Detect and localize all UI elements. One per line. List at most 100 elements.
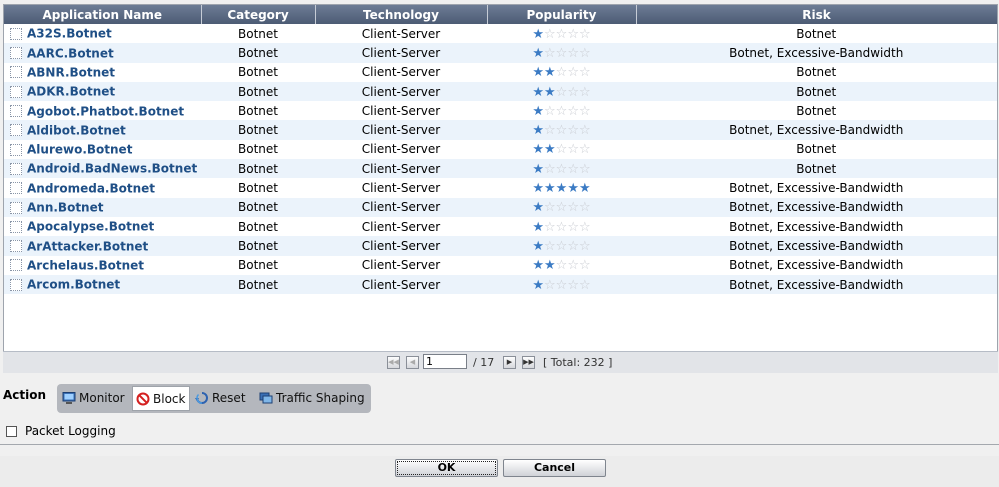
technology-cell: Client-Server bbox=[315, 197, 487, 217]
table-row[interactable]: ArAttacker.Botnet Botnet Client-Server ★☆☆☆… bbox=[4, 236, 997, 256]
action-label: Action bbox=[3, 388, 47, 402]
first-page-icon[interactable]: ◀◀ bbox=[387, 356, 400, 369]
divider bbox=[0, 444, 999, 445]
star-filled-icon: ★ bbox=[532, 142, 545, 158]
star-empty-icon: ☆ bbox=[567, 45, 579, 61]
star-empty-icon: ☆ bbox=[578, 238, 591, 254]
row-checkbox[interactable] bbox=[10, 47, 22, 60]
last-page-icon[interactable]: ▶▶ bbox=[522, 356, 535, 369]
column-header-application-name[interactable]: Application Name bbox=[4, 5, 202, 24]
star-empty-icon: ☆ bbox=[567, 26, 579, 42]
star-empty-icon: ☆ bbox=[578, 84, 591, 100]
star-empty-icon: ☆ bbox=[555, 45, 568, 61]
table-row[interactable]: Apocalypse.Botnet Botnet Client-Server ★☆☆☆… bbox=[4, 216, 997, 237]
cancel-button[interactable]: Cancel bbox=[503, 459, 606, 477]
application-name-link[interactable]: Andromeda.Botnet bbox=[27, 181, 155, 195]
popularity-rating: ★☆☆☆☆ bbox=[532, 123, 590, 137]
popularity-rating: ★☆☆☆☆ bbox=[532, 220, 590, 234]
row-checkbox[interactable] bbox=[10, 278, 22, 291]
table-row[interactable]: Agobot.Phatbot.Botnet Botnet Client-Server… bbox=[4, 101, 997, 121]
star-empty-icon: ☆ bbox=[555, 103, 568, 119]
star-empty-icon: ☆ bbox=[555, 84, 568, 100]
application-name-link[interactable]: ADKR.Botnet bbox=[27, 85, 115, 99]
category-cell: Botnet bbox=[201, 178, 315, 198]
technology-cell: Client-Server bbox=[315, 274, 487, 295]
table-row[interactable]: AARC.Botnet Botnet Client-Server ★☆☆☆☆ Botne… bbox=[4, 43, 997, 63]
application-name-link[interactable]: Agobot.Phatbot.Botnet bbox=[27, 104, 184, 118]
row-checkbox[interactable] bbox=[10, 240, 22, 253]
star-empty-icon: ☆ bbox=[555, 277, 568, 293]
action-reset-label: Reset bbox=[212, 391, 246, 405]
application-name-link[interactable]: ArAttacker.Botnet bbox=[27, 239, 148, 253]
table-row[interactable]: Archelaus.Botnet Botnet Client-Server ★★☆☆☆… bbox=[4, 255, 997, 275]
row-checkbox[interactable] bbox=[10, 85, 22, 98]
next-page-icon[interactable]: ▶ bbox=[503, 356, 516, 369]
column-header-popularity[interactable]: Popularity bbox=[487, 5, 637, 24]
application-table: Application Name Category Technology Pop… bbox=[4, 5, 997, 295]
action-monitor-button[interactable]: Monitor bbox=[59, 386, 132, 411]
page-number-input[interactable] bbox=[423, 354, 467, 369]
row-checkbox[interactable] bbox=[10, 27, 22, 40]
row-checkbox[interactable] bbox=[10, 220, 22, 233]
column-header-technology[interactable]: Technology bbox=[315, 5, 488, 24]
action-block-button[interactable]: Block bbox=[132, 386, 190, 411]
row-checkbox[interactable] bbox=[10, 259, 22, 272]
application-name-cell: Alurewo.Botnet bbox=[4, 139, 201, 160]
application-name-cell: Andromeda.Botnet bbox=[4, 178, 201, 198]
star-filled-icon: ★ bbox=[532, 123, 545, 139]
star-empty-icon: ☆ bbox=[544, 26, 556, 42]
row-checkbox[interactable] bbox=[10, 162, 22, 175]
row-checkbox[interactable] bbox=[10, 66, 22, 79]
application-name-link[interactable]: Apocalypse.Botnet bbox=[27, 220, 154, 234]
packet-logging-checkbox[interactable] bbox=[6, 426, 17, 437]
popularity-cell: ★☆☆☆☆ bbox=[487, 43, 636, 63]
ok-button[interactable]: OK bbox=[395, 459, 498, 477]
star-filled-icon: ★ bbox=[567, 181, 579, 197]
star-empty-icon: ☆ bbox=[555, 238, 568, 254]
table-row[interactable]: A32S.Botnet Botnet Client-Server ★☆☆☆☆ Botne… bbox=[4, 24, 997, 44]
table-row[interactable]: Aldibot.Botnet Botnet Client-Server ★☆☆☆☆ Bo… bbox=[4, 120, 997, 140]
application-name-link[interactable]: Aldibot.Botnet bbox=[27, 123, 126, 137]
table-row[interactable]: Andromeda.Botnet Botnet Client-Server ★★★★★… bbox=[4, 178, 997, 198]
application-name-link[interactable]: A32S.Botnet bbox=[27, 27, 112, 41]
star-empty-icon: ☆ bbox=[567, 277, 579, 293]
application-name-link[interactable]: Archelaus.Botnet bbox=[27, 258, 144, 272]
technology-cell: Client-Server bbox=[315, 139, 487, 160]
table-row[interactable]: Ann.Botnet Botnet Client-Server ★☆☆☆☆ Botnet… bbox=[4, 197, 997, 217]
application-name-link[interactable]: Ann.Botnet bbox=[27, 201, 103, 215]
popularity-cell: ★★☆☆☆ bbox=[487, 62, 636, 82]
star-filled-icon: ★ bbox=[544, 258, 556, 274]
star-empty-icon: ☆ bbox=[578, 161, 591, 177]
action-traffic-shaping-button[interactable]: Traffic Shaping bbox=[256, 386, 369, 411]
prev-page-icon[interactable]: ◀ bbox=[406, 356, 419, 369]
total-pages-text: / 17 bbox=[473, 356, 495, 369]
star-empty-icon: ☆ bbox=[567, 200, 579, 216]
table-row[interactable]: Android.BadNews.Botnet Botnet Client-Serve… bbox=[4, 159, 997, 179]
row-checkbox[interactable] bbox=[10, 201, 22, 214]
star-empty-icon: ☆ bbox=[555, 258, 568, 274]
column-header-category[interactable]: Category bbox=[201, 5, 316, 24]
star-empty-icon: ☆ bbox=[544, 277, 556, 293]
row-checkbox[interactable] bbox=[10, 182, 22, 195]
row-checkbox[interactable] bbox=[10, 143, 22, 156]
table-row[interactable]: Arcom.Botnet Botnet Client-Server ★☆☆☆☆ Botn… bbox=[4, 274, 997, 295]
traffic-shaping-icon bbox=[259, 392, 273, 404]
row-checkbox[interactable] bbox=[10, 124, 22, 137]
column-header-risk[interactable]: Risk bbox=[636, 5, 997, 24]
action-reset-button[interactable]: Reset bbox=[192, 386, 256, 411]
technology-cell: Client-Server bbox=[315, 43, 487, 63]
row-checkbox[interactable] bbox=[10, 105, 22, 118]
application-name-link[interactable]: Alurewo.Botnet bbox=[27, 143, 132, 157]
application-name-link[interactable]: ABNR.Botnet bbox=[27, 65, 115, 79]
application-name-link[interactable]: Arcom.Botnet bbox=[27, 278, 120, 292]
table-row[interactable]: ABNR.Botnet Botnet Client-Server ★★☆☆☆ Botne… bbox=[4, 62, 997, 82]
popularity-cell: ★☆☆☆☆ bbox=[487, 101, 636, 121]
table-row[interactable]: Alurewo.Botnet Botnet Client-Server ★★☆☆☆ Bo… bbox=[4, 139, 997, 160]
risk-cell: Botnet, Excessive-Bandwidth bbox=[636, 216, 997, 237]
popularity-rating: ★★☆☆☆ bbox=[532, 142, 590, 156]
application-name-link[interactable]: Android.BadNews.Botnet bbox=[27, 162, 197, 176]
table-row[interactable]: ADKR.Botnet Botnet Client-Server ★★☆☆☆ Botne… bbox=[4, 81, 997, 102]
application-name-link[interactable]: AARC.Botnet bbox=[27, 46, 114, 60]
category-cell: Botnet bbox=[201, 236, 315, 256]
popularity-rating: ★☆☆☆☆ bbox=[532, 162, 590, 176]
